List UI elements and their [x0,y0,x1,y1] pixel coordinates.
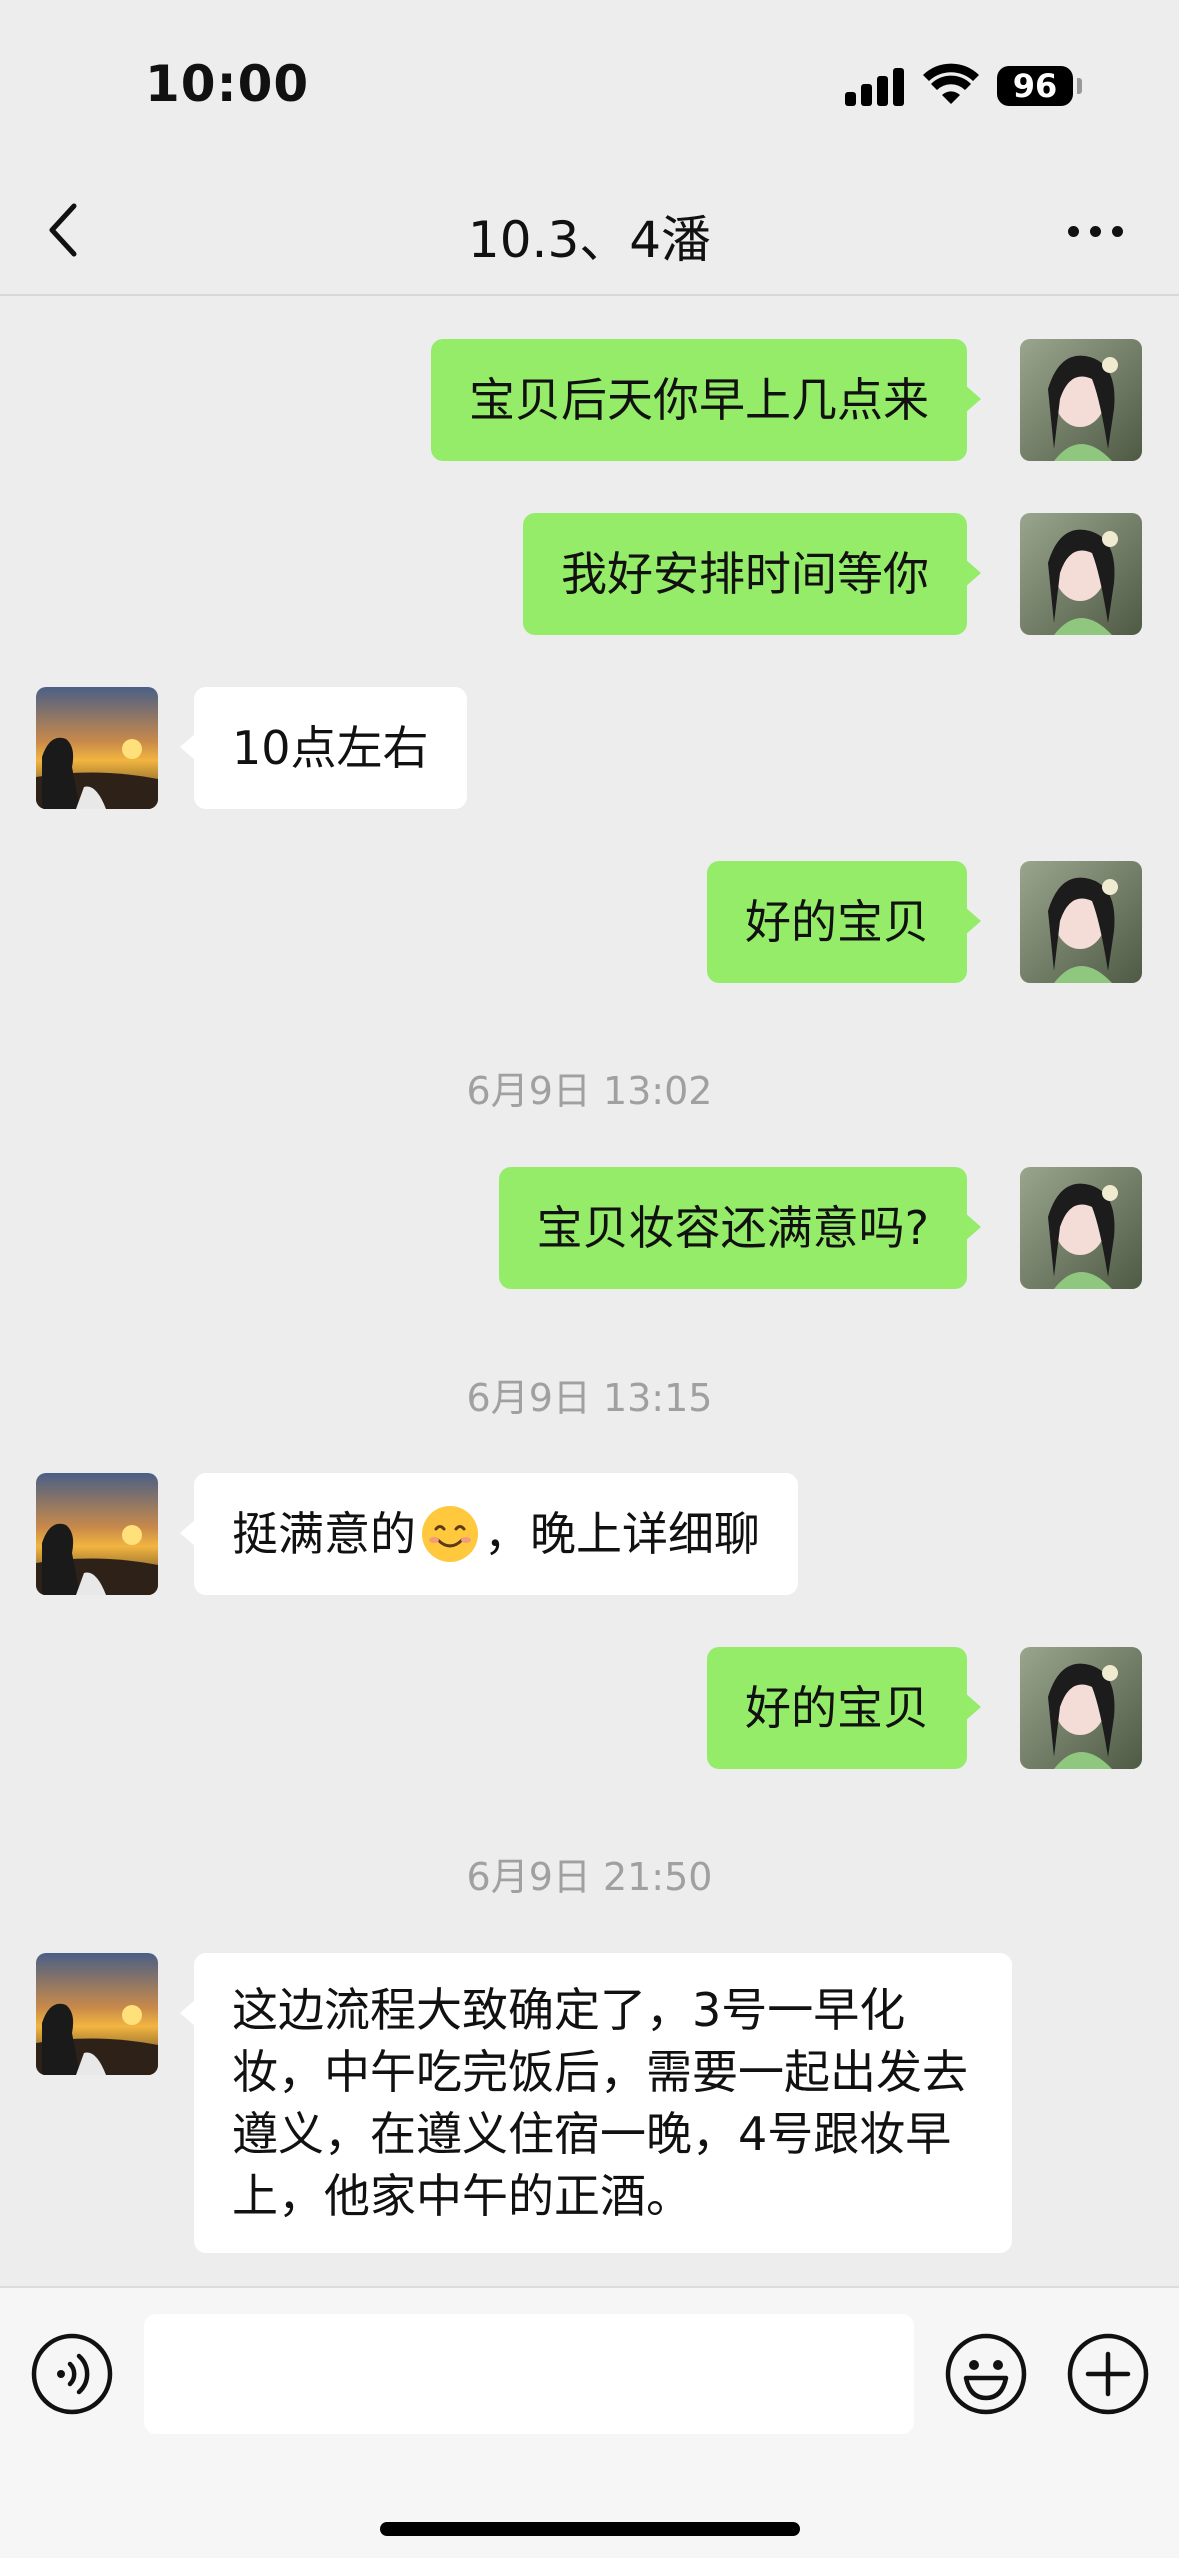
smiling-face-emoji-icon [422,1505,478,1562]
status-time: 10:00 [145,55,310,113]
battery-nub [1077,78,1082,94]
my-avatar[interactable] [1020,1167,1142,1289]
my-avatar[interactable] [1020,1647,1142,1769]
home-indicator[interactable] [380,2522,800,2536]
contact-avatar[interactable] [36,1473,158,1595]
emoji-icon[interactable] [944,2332,1028,2416]
status-bar: 10:00 96 [0,0,1179,170]
message-bubble-received[interactable]: 这边流程大致确定了，3号一早化妆，中午吃完饭后，需要一起出发去遵义，在遵义住宿一… [180,1953,1012,2253]
message-timestamp: 6月9日 13:02 [466,1069,713,1113]
message-text: ，晚上详细聊 [484,1507,760,1561]
my-avatar[interactable] [1020,861,1142,983]
battery-indicator: 96 [997,66,1073,106]
message-bubble-sent[interactable]: 好的宝贝 [707,1647,981,1769]
message-text: 挺满意的 [232,1507,416,1561]
voice-input-icon[interactable] [30,2332,114,2416]
message-bubble-sent[interactable]: 我好安排时间等你 [523,513,981,635]
my-avatar[interactable] [1020,513,1142,635]
wifi-icon [923,63,979,104]
more-dots-icon[interactable] [1064,206,1126,256]
contact-avatar[interactable] [36,1953,158,2075]
message-bubble-received[interactable]: 10点左右 [180,687,467,809]
message-timestamp: 6月9日 13:15 [466,1376,713,1420]
message-bubble-sent[interactable]: 宝贝妆容还满意吗? [498,1167,982,1289]
input-bar [0,2286,1179,2558]
message-timestamp: 6月9日 21:50 [466,1855,713,1899]
contact-avatar[interactable] [36,687,158,809]
cellular-signal-icon [845,66,907,106]
plus-icon[interactable] [1066,2332,1150,2416]
message-bubble-received[interactable]: 挺满意的 ，晚上详细聊 [180,1473,798,1595]
message-input[interactable] [144,2314,914,2434]
my-avatar[interactable] [1020,339,1142,461]
message-bubble-sent[interactable]: 好的宝贝 [707,861,981,983]
chat-header: 10.3、4潘 [0,170,1179,296]
message-bubble-sent[interactable]: 宝贝后天你早上几点来 [431,339,981,461]
chat-title: 10.3、4潘 [467,211,712,269]
